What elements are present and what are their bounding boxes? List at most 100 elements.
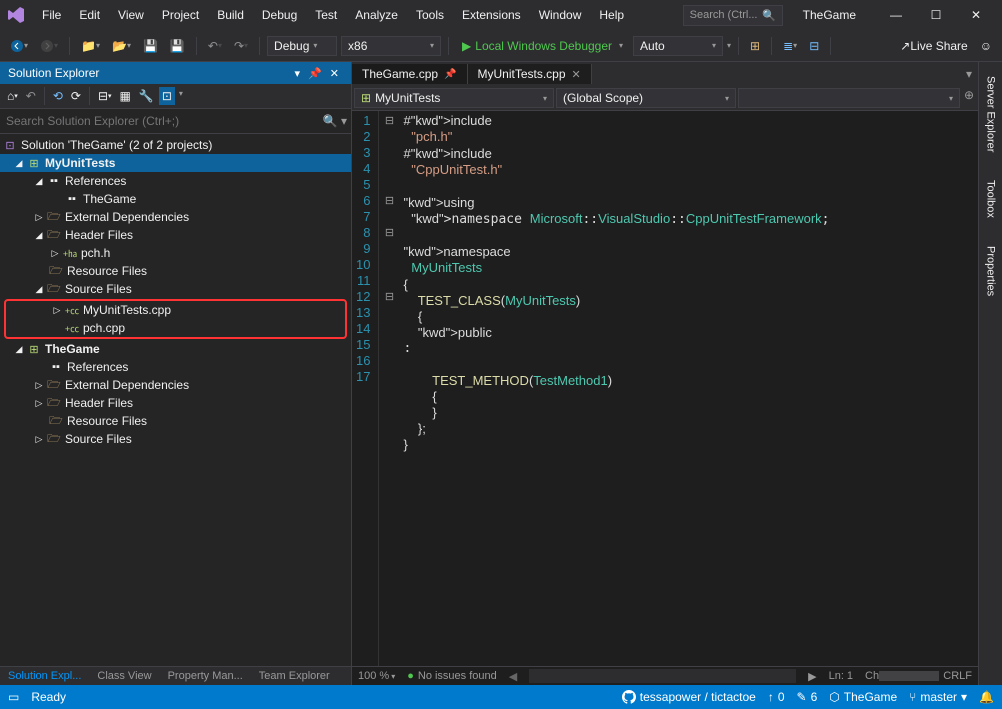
branch-name[interactable]: ⑂ master ▾: [909, 690, 967, 704]
menu-project[interactable]: Project: [154, 4, 207, 26]
menu-help[interactable]: Help: [591, 4, 632, 26]
project-thegame[interactable]: ◢⊞TheGame: [0, 340, 351, 358]
save-button[interactable]: 💾: [139, 36, 162, 56]
minimize-button[interactable]: —: [876, 1, 916, 29]
header-files-node[interactable]: ◢🗁Header Files: [0, 226, 351, 244]
search-placeholder: Search (Ctrl...: [690, 9, 758, 21]
menu-window[interactable]: Window: [531, 4, 590, 26]
github-repo[interactable]: tessapower / tictactoe: [622, 690, 756, 704]
notifications-icon[interactable]: 🔔: [979, 690, 994, 704]
nav-member-dropdown[interactable]: ▾: [738, 88, 960, 108]
output-icon[interactable]: ▭: [8, 690, 19, 704]
menu-build[interactable]: Build: [209, 4, 252, 26]
source-files-node-2[interactable]: ▷🗁Source Files: [0, 430, 351, 448]
bottom-tab-solution[interactable]: Solution Expl...: [0, 667, 89, 685]
reference-thegame[interactable]: ▪▪TheGame: [0, 190, 351, 208]
save-all-button[interactable]: 💾: [166, 36, 189, 56]
se-refresh-button[interactable]: ⟳: [68, 87, 84, 105]
source-files-node[interactable]: ◢🗁Source Files: [0, 280, 351, 298]
menu-extensions[interactable]: Extensions: [454, 4, 529, 26]
solution-node[interactable]: ⊡Solution 'TheGame' (2 of 2 projects): [0, 136, 351, 154]
se-properties-button[interactable]: 🔧: [136, 87, 157, 105]
menu-test[interactable]: Test: [307, 4, 345, 26]
nav-prev[interactable]: ◀: [509, 670, 517, 683]
start-debugging-button[interactable]: ▶ Local Windows Debugger▾: [456, 37, 629, 55]
vs-logo-icon: [6, 5, 26, 25]
split-button[interactable]: ⊕: [962, 88, 976, 108]
search-icon: 🔍 ▾: [323, 114, 347, 128]
horizontal-scrollbar[interactable]: [529, 669, 796, 683]
tb-misc-2[interactable]: ≣▾: [779, 36, 801, 56]
file-pch-cpp[interactable]: +㏄pch.cpp: [6, 319, 345, 337]
se-show-all-button[interactable]: ▦: [117, 87, 134, 105]
project-myunittests[interactable]: ◢⊞MyUnitTests: [0, 154, 351, 172]
issues-status[interactable]: No issues found: [418, 670, 497, 682]
line-numbers: 1234567891011121314151617: [352, 111, 379, 666]
menu-debug[interactable]: Debug: [254, 4, 305, 26]
solution-explorer-header: Solution Explorer ▾ 📌 ✕: [0, 62, 351, 84]
redo-button[interactable]: ↷▾: [230, 36, 252, 56]
references-node[interactable]: ◢▪▪References: [0, 172, 351, 190]
platform-dropdown[interactable]: x86▾: [341, 36, 441, 56]
bottom-tab-team[interactable]: Team Explorer: [251, 667, 338, 685]
panel-dropdown-button[interactable]: ▾: [291, 67, 305, 80]
nav-scope-dropdown[interactable]: (Global Scope)▾: [556, 88, 736, 108]
quick-search-input[interactable]: Search (Ctrl... 🔍: [683, 5, 783, 26]
edit-count[interactable]: ✎ 6: [797, 690, 818, 704]
file-myunittests-cpp[interactable]: ▷+㏄MyUnitTests.cpp: [6, 301, 345, 319]
autos-dropdown[interactable]: Auto▾: [633, 36, 723, 56]
menu-view[interactable]: View: [110, 4, 152, 26]
active-project[interactable]: ⬡ TheGame: [829, 690, 897, 704]
close-button[interactable]: ✕: [956, 1, 996, 29]
close-tab-icon[interactable]: ✕: [572, 68, 581, 81]
tb-misc-3[interactable]: ⊟: [805, 36, 823, 56]
nav-project-dropdown[interactable]: ⊞MyUnitTests▾: [354, 88, 554, 108]
panel-close-button[interactable]: ✕: [326, 67, 343, 80]
tab-dropdown-button[interactable]: ▾: [960, 67, 978, 81]
zoom-control[interactable]: 100 %▾: [358, 670, 395, 682]
tb-misc-1[interactable]: ⊞: [746, 36, 764, 56]
code-editor[interactable]: #"kwd">include "pch.h"#"kwd">include "Cp…: [399, 111, 978, 666]
external-deps-node[interactable]: ▷🗁External Dependencies: [0, 208, 351, 226]
tab-server-explorer[interactable]: Server Explorer: [983, 72, 999, 156]
menu-tools[interactable]: Tools: [408, 4, 452, 26]
config-dropdown[interactable]: Debug▾: [267, 36, 337, 56]
bottom-tab-class[interactable]: Class View: [89, 667, 159, 685]
resource-files-node[interactable]: 🗁Resource Files: [0, 262, 351, 280]
live-share-button[interactable]: ↗ Live Share: [896, 36, 971, 56]
se-collapse-button[interactable]: ⊟▾: [95, 87, 115, 105]
se-back-button[interactable]: ↶: [23, 87, 39, 105]
se-home-button[interactable]: ⌂▾: [4, 87, 21, 105]
editor-tab-myunittests[interactable]: MyUnitTests.cpp✕: [468, 64, 592, 84]
open-file-button[interactable]: 📂▾: [108, 36, 135, 56]
undo-button[interactable]: ↶▾: [204, 36, 226, 56]
resource-files-node-2[interactable]: 🗁Resource Files: [0, 412, 351, 430]
file-pch-h[interactable]: ▷+㏊pch.h: [0, 244, 351, 262]
header-files-node-2[interactable]: ▷🗁Header Files: [0, 394, 351, 412]
cursor-line[interactable]: Ln: 1: [829, 670, 853, 682]
nav-forward-button[interactable]: ▾: [36, 36, 62, 56]
se-preview-button[interactable]: ⊡: [159, 87, 175, 105]
nav-back-button[interactable]: ▾: [6, 36, 32, 56]
se-sync-button[interactable]: ⟲: [50, 87, 66, 105]
fold-margin[interactable]: ⊟⊟⊟⊟: [379, 111, 399, 666]
nav-next[interactable]: ▶: [808, 670, 816, 683]
menu-edit[interactable]: Edit: [71, 4, 108, 26]
app-title: TheGame: [783, 8, 876, 22]
maximize-button[interactable]: ☐: [916, 1, 956, 29]
new-project-button[interactable]: 📁▾: [77, 36, 104, 56]
tab-properties[interactable]: Properties: [983, 242, 999, 300]
bottom-tab-property[interactable]: Property Man...: [160, 667, 251, 685]
se-search-input[interactable]: [4, 112, 323, 130]
external-deps-node-2[interactable]: ▷🗁External Dependencies: [0, 376, 351, 394]
menu-analyze[interactable]: Analyze: [347, 4, 406, 26]
tab-toolbox[interactable]: Toolbox: [983, 176, 999, 222]
feedback-button[interactable]: ☺: [976, 36, 996, 56]
push-count[interactable]: ↑ 0: [768, 690, 785, 704]
menu-file[interactable]: File: [34, 4, 69, 26]
references-node-2[interactable]: ▪▪References: [0, 358, 351, 376]
pin-icon[interactable]: 📌: [444, 69, 456, 80]
panel-pin-button[interactable]: 📌: [304, 67, 326, 80]
line-ending[interactable]: CRLF: [943, 670, 972, 682]
editor-tab-thegame[interactable]: TheGame.cpp📌: [352, 64, 468, 84]
